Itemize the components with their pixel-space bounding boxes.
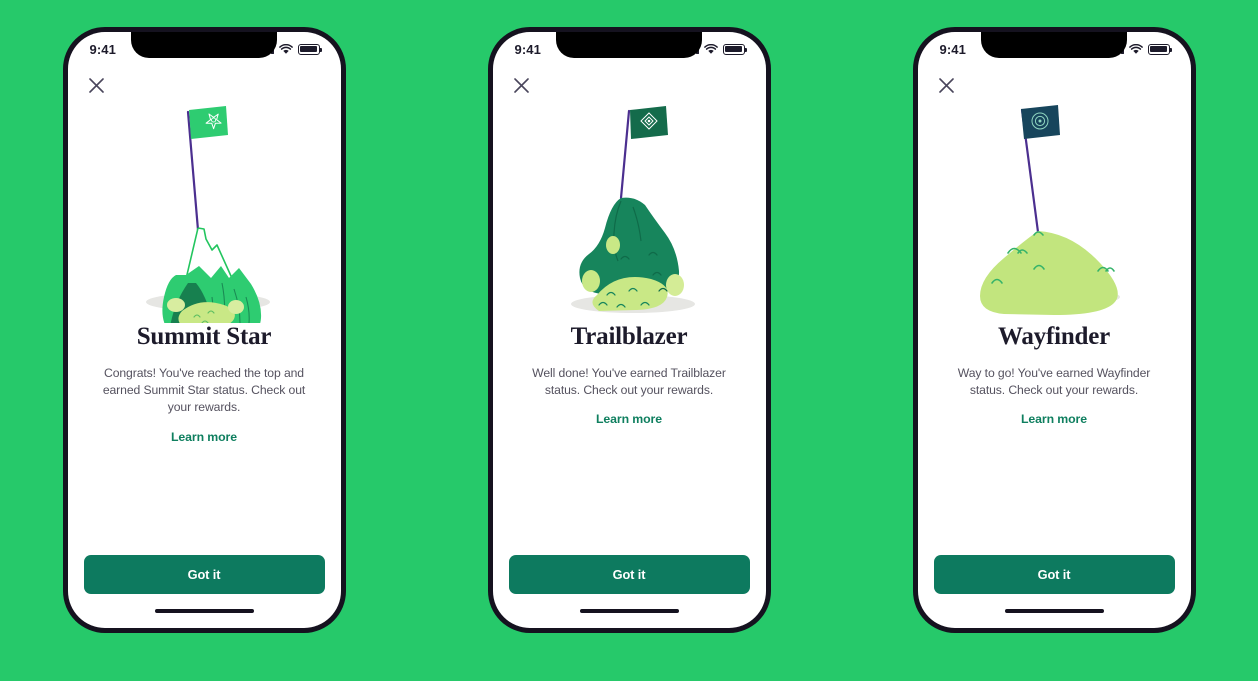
wifi-icon — [278, 43, 293, 54]
learn-more-link[interactable]: Learn more — [1021, 412, 1087, 426]
phone-summit-star: 9:41 Summit Star Congrats! You've reache… — [62, 27, 346, 633]
close-icon — [939, 77, 954, 93]
close-button[interactable] — [85, 73, 109, 97]
page-subtitle: Well done! You've earned Trailblazer sta… — [532, 365, 726, 398]
got-it-button[interactable]: Got it — [933, 555, 1175, 594]
page-title: Summit Star — [136, 323, 272, 350]
home-indicator-wrap — [68, 594, 341, 628]
home-indicator[interactable] — [1004, 609, 1104, 613]
cta-wrap: Got it — [493, 555, 766, 594]
learn-more-link[interactable]: Learn more — [171, 430, 237, 444]
battery-icon — [297, 43, 322, 55]
got-it-button[interactable]: Got it — [83, 555, 325, 594]
page-title: Trailblazer — [570, 323, 688, 350]
close-row — [68, 66, 341, 97]
phone-trailblazer: 9:41 Trailblazer Well done! You've earne… — [487, 27, 771, 633]
illustration-wayfinder — [918, 97, 1191, 323]
cta-wrap: Got it — [68, 555, 341, 594]
screen-trailblazer: 9:41 Trailblazer Well done! You've earne… — [492, 32, 766, 628]
copy-block: Trailblazer Well done! You've earned Tra… — [493, 323, 766, 428]
phone-mockups-stage: 9:41 Summit Star Congrats! You've reache… — [0, 0, 1258, 681]
phone-wayfinder: 9:41 Wayfinder Way to go! You've earned … — [912, 27, 1196, 633]
page-subtitle: Congrats! You've reached the top and ear… — [102, 365, 306, 415]
home-indicator-wrap — [918, 594, 1191, 628]
got-it-button[interactable]: Got it — [508, 555, 750, 594]
home-indicator[interactable] — [579, 609, 679, 613]
screen-wayfinder: 9:41 Wayfinder Way to go! You've earned … — [917, 32, 1191, 628]
page-title: Wayfinder — [997, 323, 1111, 350]
wifi-icon — [1128, 43, 1143, 54]
battery-icon — [722, 43, 747, 55]
notch — [556, 32, 702, 58]
battery-icon — [1147, 43, 1172, 55]
notch — [131, 32, 277, 58]
close-button[interactable] — [935, 73, 959, 97]
status-time: 9:41 — [514, 41, 541, 57]
cta-wrap: Got it — [918, 555, 1191, 594]
learn-more-link[interactable]: Learn more — [596, 412, 662, 426]
close-button[interactable] — [510, 73, 534, 97]
page-subtitle: Way to go! You've earned Wayfinder statu… — [957, 365, 1151, 398]
home-indicator[interactable] — [154, 609, 254, 613]
status-time: 9:41 — [939, 41, 966, 57]
status-time: 9:41 — [89, 41, 116, 57]
copy-block: Wayfinder Way to go! You've earned Wayfi… — [918, 323, 1191, 428]
illustration-trailblazer — [493, 97, 766, 323]
close-icon — [89, 77, 104, 93]
close-row — [493, 66, 766, 97]
wifi-icon — [703, 43, 718, 54]
home-indicator-wrap — [493, 594, 766, 628]
screen-summit-star: 9:41 Summit Star Congrats! You've reache… — [67, 32, 341, 628]
illustration-summit-star — [68, 97, 341, 323]
close-icon — [514, 77, 529, 93]
copy-block: Summit Star Congrats! You've reached the… — [68, 323, 341, 446]
notch — [981, 32, 1127, 58]
close-row — [918, 66, 1191, 97]
